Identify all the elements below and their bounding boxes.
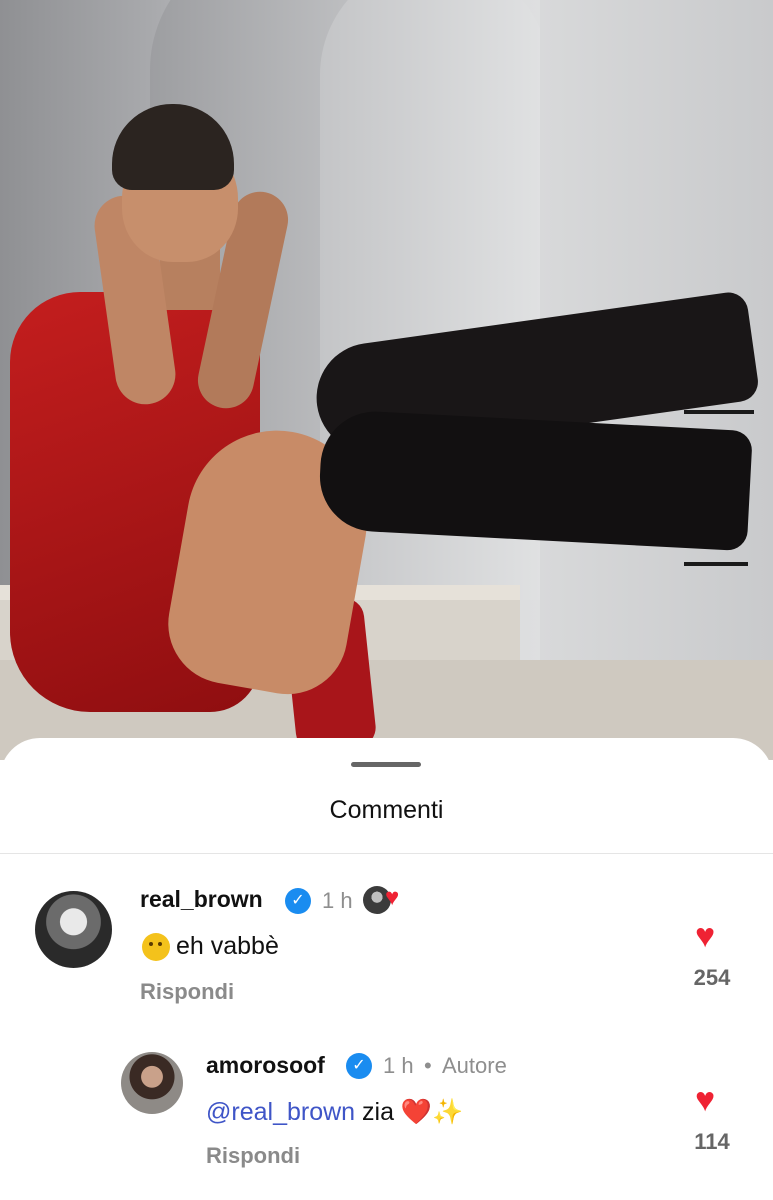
post-photo [0,0,773,760]
heart-icon: ♥ [385,884,400,911]
divider [0,853,773,854]
melting-face-emoji-icon [142,933,170,961]
comment-text: eh vabbè [176,932,279,960]
black-boot [317,408,753,552]
reply-button[interactable]: Rispondi [206,1143,300,1169]
boot-heel [684,410,754,414]
meta-separator: • [424,1053,432,1078]
comment-text: @real_brown zia ❤️✨ [206,1098,463,1127]
like-count: 114 [694,1129,730,1154]
comment-username[interactable]: real_brown [140,886,263,913]
avatar[interactable] [35,891,112,968]
comment-text-body: zia ❤️✨ [355,1098,464,1126]
sheet-drag-handle[interactable] [351,762,421,767]
like-count: 254 [693,965,731,990]
verified-badge-icon: ✓ [346,1053,372,1079]
liked-by-author-indicator: ♥ [363,884,413,918]
comments-sheet: Commenti real_brown ✓ 1 h ♥ eh vabbè Ris… [0,738,773,1200]
comment-username[interactable]: amorosoof [206,1052,325,1079]
mention-link[interactable]: @real_brown [206,1098,355,1126]
avatar[interactable] [121,1052,183,1114]
verified-badge-icon: ✓ [285,888,311,914]
reply-button[interactable]: Rispondi [140,979,234,1005]
comment-time: 1 h [322,888,353,913]
comment-time: 1 h [383,1053,414,1078]
sheet-title: Commenti [329,796,444,824]
like-heart-icon[interactable]: ♥ [695,919,715,953]
like-heart-icon[interactable]: ♥ [695,1083,715,1117]
author-label: Autore [442,1053,507,1078]
boot-heel [684,562,748,566]
